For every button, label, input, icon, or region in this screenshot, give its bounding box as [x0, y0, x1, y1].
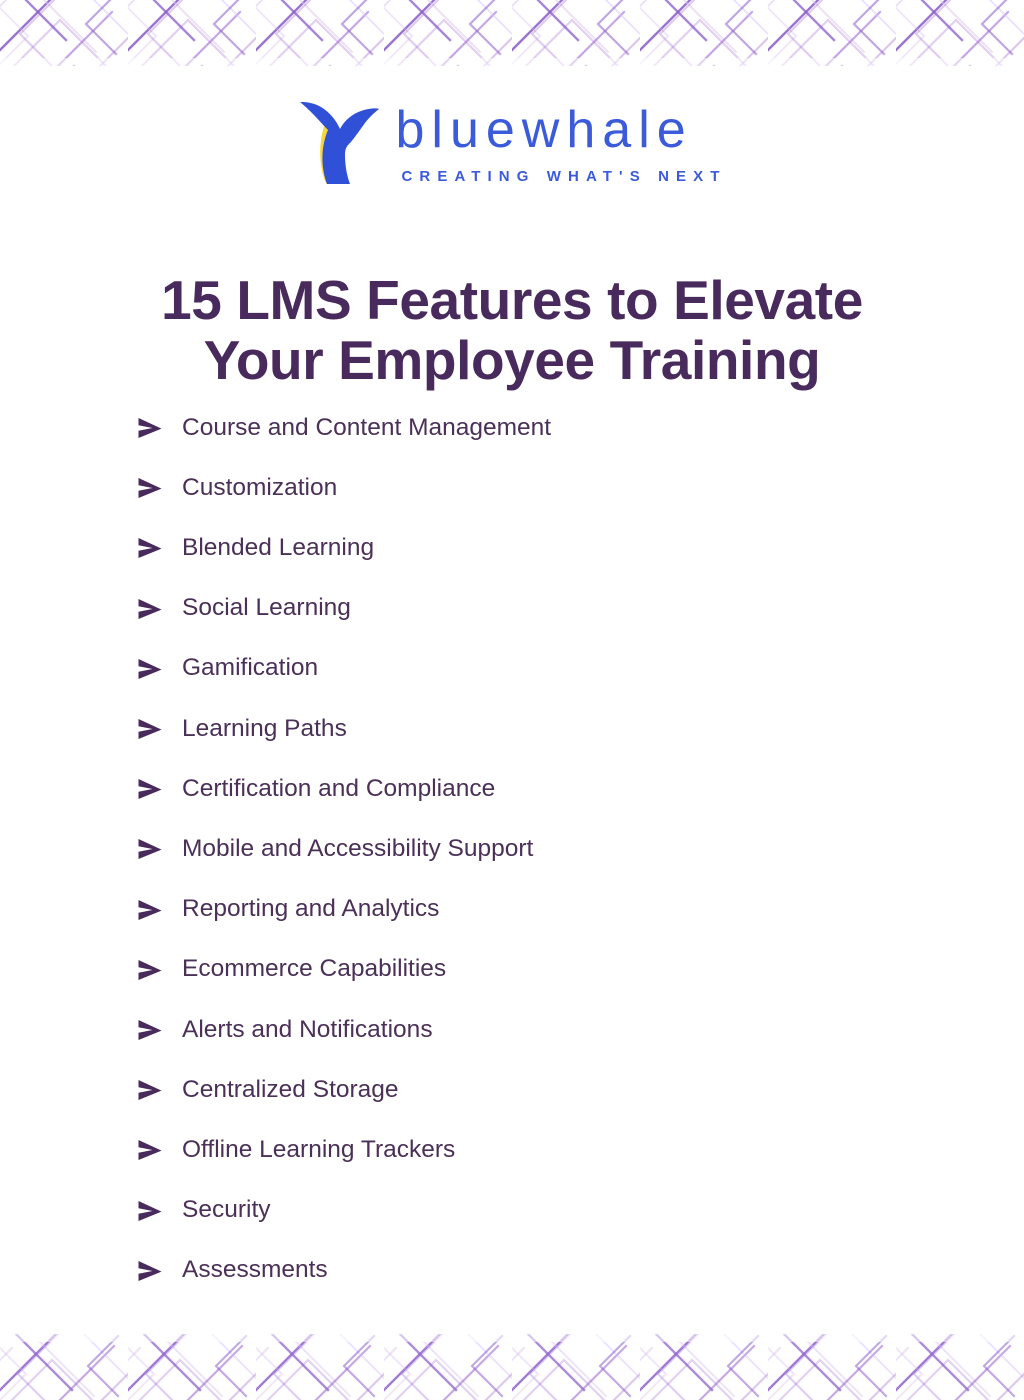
feature-list: Course and Content Management Customizati…: [136, 398, 936, 1301]
feature-list-item: Reporting and Analytics: [136, 880, 936, 940]
feature-label: Course and Content Management: [182, 413, 552, 441]
page-title: 15 LMS Features to Elevate Your Employee…: [0, 268, 1024, 391]
page-title-line-1: 15 LMS Features to Elevate: [161, 268, 863, 331]
decorative-pattern-top: [0, 0, 1024, 66]
feature-list-item: Learning Paths: [136, 699, 936, 759]
feature-label: Blended Learning: [182, 534, 375, 561]
feature-list-item: Alerts and Notifications: [136, 1000, 936, 1060]
whale-tail-logo-icon: [300, 101, 380, 184]
brand-logo: bluewhale CREATING WHAT'S NEXT: [0, 96, 1024, 188]
feature-list-item: Security: [136, 1180, 936, 1240]
feature-label: Customization: [182, 473, 338, 501]
page-title-line-2: Your Employee Training: [203, 328, 821, 391]
feature-label: Social Learning: [182, 594, 351, 622]
feature-label: Offline Learning Trackers: [182, 1135, 456, 1163]
feature-label: Learning Paths: [182, 714, 347, 742]
feature-label: Reporting and Analytics: [182, 895, 440, 923]
feature-label: Gamification: [182, 654, 319, 682]
chevron-right-icon: [138, 418, 162, 439]
chevron-right-icon: [138, 899, 162, 920]
feature-list-item: Offline Learning Trackers: [136, 1120, 936, 1180]
chevron-right-icon: [138, 839, 162, 860]
chevron-right-icon: [138, 1080, 162, 1101]
chevron-right-icon: [138, 1200, 162, 1221]
chevron-right-icon: [138, 959, 162, 980]
feature-list-item: Mobile and Accessibility Support: [136, 819, 936, 879]
feature-label: Assessments: [182, 1256, 328, 1284]
feature-label: Centralized Storage: [182, 1075, 399, 1103]
chevron-right-icon: [138, 1260, 162, 1281]
chevron-right-icon: [138, 719, 162, 740]
poster-page: bluewhale CREATING WHAT'S NEXT 15 LMS Fe…: [0, 0, 1024, 1400]
feature-list-item: Social Learning: [136, 579, 936, 639]
chevron-right-icon: [138, 598, 162, 619]
feature-list-item: Certification and Compliance: [136, 759, 936, 819]
chevron-right-icon: [138, 779, 162, 800]
chevron-right-icon: [138, 538, 162, 559]
brand-tagline: CREATING WHAT'S NEXT: [401, 168, 727, 185]
chevron-right-icon: [138, 1140, 162, 1161]
feature-label: Certification and Compliance: [182, 774, 496, 802]
feature-label: Alerts and Notifications: [182, 1015, 433, 1043]
feature-list-item: Assessments: [136, 1241, 936, 1301]
feature-label: Security: [182, 1196, 271, 1224]
chevron-right-icon: [138, 658, 162, 679]
chevron-right-icon: [138, 478, 162, 499]
brand-wordmark: bluewhale: [395, 101, 693, 159]
chevron-right-icon: [138, 1019, 162, 1040]
feature-list-item: Course and Content Management: [136, 398, 936, 458]
feature-list-item: Ecommerce Capabilities: [136, 940, 936, 1000]
feature-list-item: Blended Learning: [136, 518, 936, 578]
feature-list-item: Customization: [136, 458, 936, 518]
decorative-pattern-bottom: [0, 1334, 1024, 1400]
feature-list-item: Gamification: [136, 639, 936, 699]
feature-list-item: Centralized Storage: [136, 1060, 936, 1120]
feature-label: Ecommerce Capabilities: [182, 955, 447, 983]
feature-label: Mobile and Accessibility Support: [182, 834, 534, 862]
